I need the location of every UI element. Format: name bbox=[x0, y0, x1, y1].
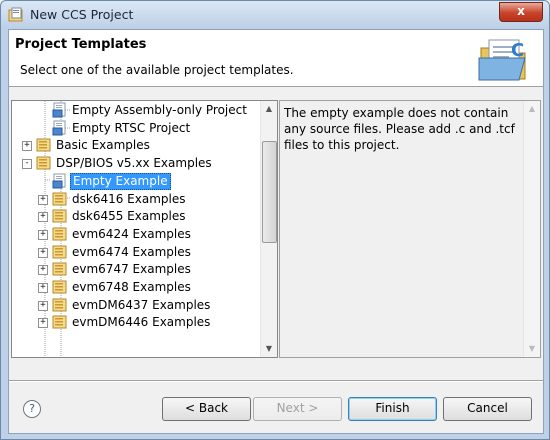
folder-examples-icon bbox=[52, 315, 67, 329]
tree-item-label: dsk6416 Examples bbox=[72, 191, 186, 206]
button-separator bbox=[9, 380, 543, 382]
tree-item-label: evm6747 Examples bbox=[72, 262, 191, 277]
tree-item-label: evm6748 Examples bbox=[72, 280, 191, 294]
tree-scroll-thumb[interactable] bbox=[262, 141, 277, 243]
expand-icon[interactable]: + bbox=[38, 247, 48, 258]
expand-icon[interactable]: + bbox=[38, 212, 48, 223]
tree-item-label: Empty Example bbox=[70, 172, 171, 190]
tree-item[interactable]: + Basic Examples bbox=[12, 137, 257, 154]
window-title: New CCS Project bbox=[30, 7, 134, 22]
description-scrollbar[interactable]: ▲ ▼ bbox=[523, 101, 540, 357]
tree-item-label: evm6424 Examples bbox=[72, 226, 191, 241]
cancel-button[interactable]: Cancel bbox=[443, 397, 532, 421]
collapse-icon[interactable]: - bbox=[22, 159, 32, 170]
tree-item[interactable]: + evm6474 Examples bbox=[12, 244, 257, 261]
expand-icon[interactable]: + bbox=[38, 300, 48, 311]
help-icon[interactable]: ? bbox=[23, 400, 41, 418]
expand-icon[interactable]: + bbox=[22, 141, 32, 152]
folder-examples-icon bbox=[52, 280, 67, 294]
dialog-window: New CCS Project x Project Templates Sele… bbox=[0, 0, 550, 440]
expand-icon[interactable]: + bbox=[38, 194, 48, 205]
folder-examples-icon bbox=[36, 156, 51, 170]
tree-item[interactable]: + evm6747 Examples bbox=[12, 261, 257, 278]
tree-item[interactable]: + evmDM6437 Examples bbox=[12, 297, 257, 314]
dialog-client: Project Templates Select one of the avai… bbox=[8, 29, 544, 434]
folder-examples-icon bbox=[36, 138, 51, 152]
tree-item[interactable]: Empty RTSC Project bbox=[12, 120, 257, 137]
folder-examples-icon bbox=[52, 262, 67, 276]
tree-item[interactable]: + evmDM6446 Examples bbox=[12, 314, 257, 331]
expand-icon[interactable]: + bbox=[38, 265, 48, 276]
desc-scroll-down-icon[interactable]: ▼ bbox=[527, 344, 537, 354]
title-bar[interactable]: New CCS Project x bbox=[1, 1, 549, 29]
ccs-app-icon bbox=[8, 7, 23, 22]
tree-item-label: DSP/BIOS v5.xx Examples bbox=[56, 156, 212, 171]
close-button[interactable]: x bbox=[499, 2, 543, 22]
tree-item-label: Empty RTSC Project bbox=[72, 120, 191, 135]
template-tree[interactable]: Empty Assembly-only Project Empty RTSC Pr… bbox=[11, 100, 278, 358]
finish-button[interactable]: Finish bbox=[348, 397, 437, 421]
project-template-icon bbox=[52, 120, 66, 136]
tree-item[interactable]: + evm6748 Examples bbox=[12, 279, 257, 296]
folder-c-banner-icon: C bbox=[478, 39, 526, 81]
project-template-icon bbox=[52, 173, 66, 189]
tree-item[interactable]: + dsk6455 Examples bbox=[12, 208, 257, 225]
expand-icon[interactable]: + bbox=[38, 283, 48, 293]
tree-item-label: Empty Assembly-only Project bbox=[72, 103, 247, 117]
folder-examples-icon bbox=[52, 298, 67, 312]
tree-item-label: evm6474 Examples bbox=[72, 244, 191, 259]
tree-item-label: evmDM6437 Examples bbox=[72, 297, 211, 312]
folder-examples-icon bbox=[52, 192, 67, 205]
expand-icon[interactable]: + bbox=[38, 229, 48, 240]
desc-scroll-up-icon[interactable]: ▲ bbox=[527, 104, 537, 114]
scroll-down-icon[interactable]: ▼ bbox=[264, 344, 274, 354]
tree-scrollbar[interactable]: ▲ ▼ bbox=[260, 101, 277, 357]
next-button[interactable]: Next > bbox=[253, 397, 342, 421]
tree-item[interactable]: - DSP/BIOS v5.xx Examples bbox=[12, 155, 257, 172]
tree-item[interactable]: + evm6424 Examples bbox=[12, 226, 257, 243]
template-description-pane: The empty example does not contain any s… bbox=[279, 100, 541, 358]
wizard-header: Project Templates Select one of the avai… bbox=[9, 30, 543, 87]
tree-item-label: evmDM6446 Examples bbox=[72, 315, 211, 330]
back-button[interactable]: < Back bbox=[162, 397, 251, 421]
tree-item[interactable]: Empty Example bbox=[12, 172, 257, 190]
project-template-icon bbox=[52, 102, 66, 118]
scroll-up-icon[interactable]: ▲ bbox=[264, 104, 274, 114]
folder-examples-icon bbox=[52, 227, 67, 241]
folder-examples-icon bbox=[52, 209, 67, 223]
tree-item-label: Basic Examples bbox=[56, 138, 150, 153]
svg-text:C: C bbox=[511, 40, 524, 61]
page-title: Project Templates bbox=[15, 37, 147, 52]
page-description: Select one of the available project temp… bbox=[20, 63, 294, 77]
tree-item-label: dsk6455 Examples bbox=[72, 209, 186, 224]
folder-examples-icon bbox=[52, 245, 67, 259]
tree-item[interactable]: + dsk6416 Examples bbox=[12, 191, 257, 208]
expand-icon[interactable]: + bbox=[38, 318, 48, 329]
template-description: The empty example does not contain any s… bbox=[284, 106, 515, 152]
tree-item[interactable]: Empty Assembly-only Project bbox=[12, 102, 257, 119]
